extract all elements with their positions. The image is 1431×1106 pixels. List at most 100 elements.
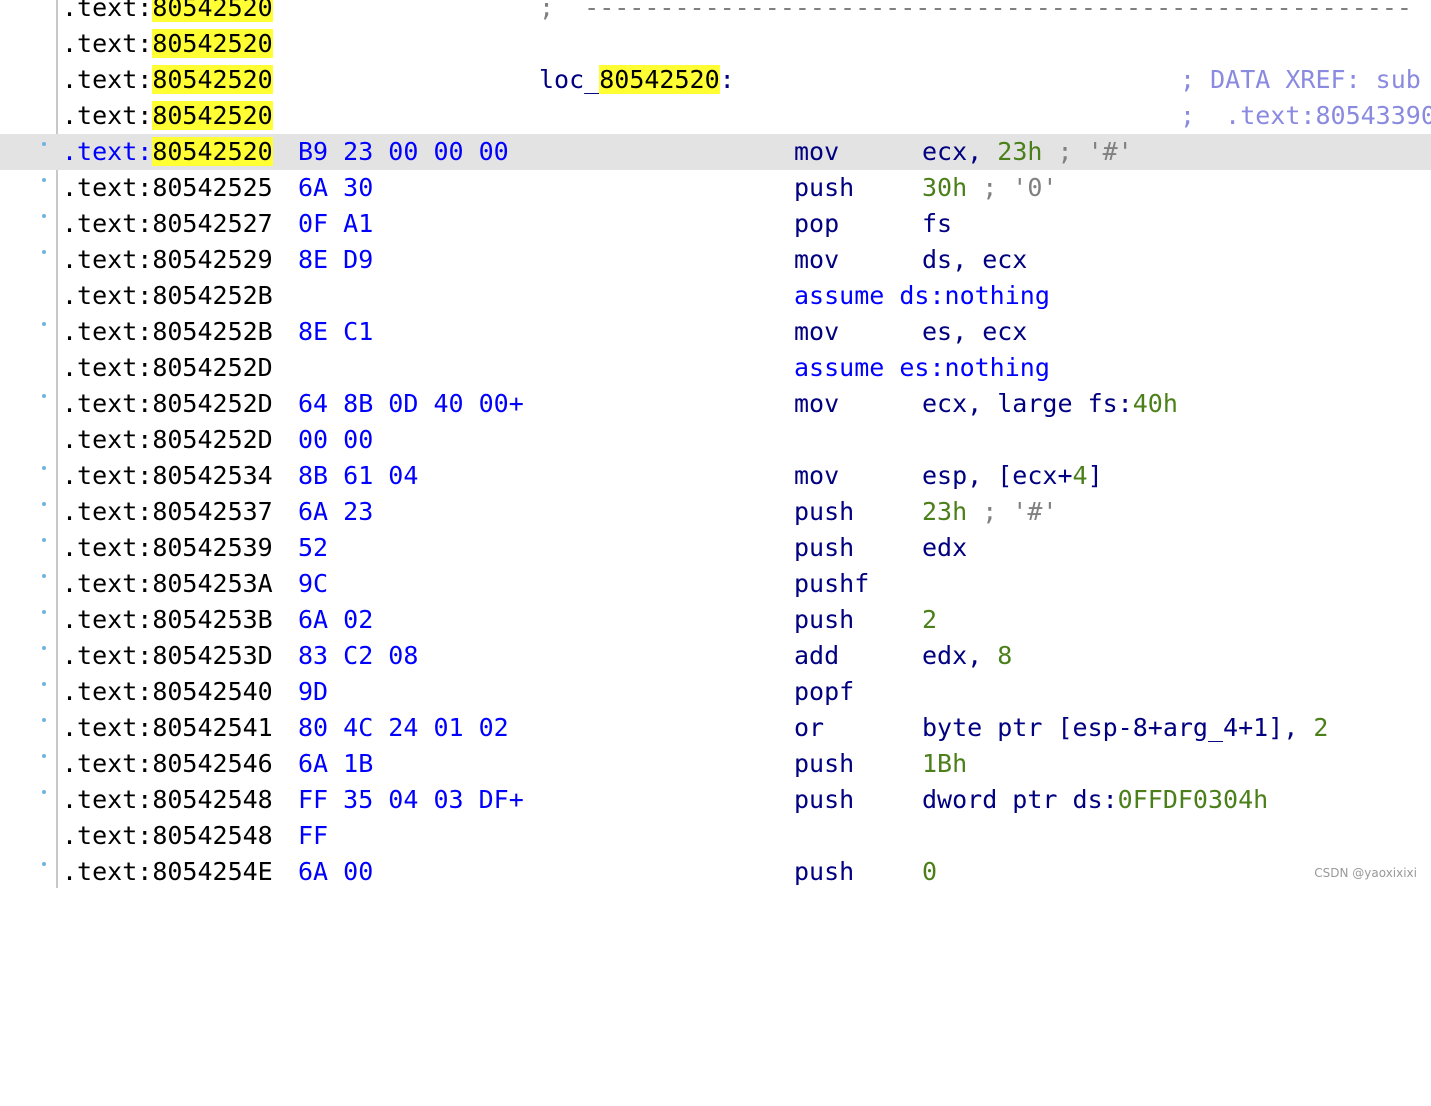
listing-row[interactable]: .text:80542541 80 4C 24 01 02 or byte pt… [0,710,1431,746]
operands: 30h ; '0' [922,173,1058,202]
mnemonic: pop [794,209,840,238]
address: .text:80542537 [62,497,273,526]
breakpoint-dot[interactable] [42,250,46,254]
address: .text:80542540 [62,677,273,706]
breakpoint-dot[interactable] [42,646,46,650]
listing-row[interactable]: .text:80542520 ; -----------------------… [0,0,1431,26]
breakpoint-dot[interactable] [42,142,46,146]
breakpoint-dot[interactable] [42,574,46,578]
listing-row[interactable]: .text:8054252D 00 00 [0,422,1431,458]
listing-row[interactable]: .text:8054252D 64 8B 0D 40 00+ mov ecx, … [0,386,1431,422]
address: .text:80542539 [62,533,273,562]
address: .text:80542548 [62,821,273,850]
breakpoint-dot[interactable] [42,754,46,758]
listing-row[interactable]: .text:80542548 FF 35 04 03 DF+ push dwor… [0,782,1431,818]
listing-row[interactable]: .text:80542520 [0,26,1431,62]
opcode-bytes: 6A 23 [298,497,374,526]
operands: dword ptr ds:0FFDF0304h [922,785,1269,814]
address: .text:80542546 [62,749,273,778]
mnemonic: push [794,173,855,202]
data-xref-comment[interactable]: ; .text:80543390 [1180,98,1431,134]
listing-row[interactable]: .text:8054254E 6A 00 push 0 [0,854,1431,890]
mnemonic: mov [794,461,840,490]
operands: ecx, 23h ; '#' [922,137,1133,166]
operands: 1Bh [922,749,968,778]
address: .text:80542520 [62,0,273,26]
mnemonic: mov [794,245,840,274]
listing-row[interactable]: .text:80542520 ; .text:80543390 [0,98,1431,134]
breakpoint-dot[interactable] [42,394,46,398]
address: .text:80542534 [62,461,273,490]
mnemonic: push [794,533,855,562]
data-xref-comment[interactable]: ; DATA XREF: sub [1180,62,1421,98]
breakpoint-dot[interactable] [42,502,46,506]
breakpoint-dot[interactable] [42,610,46,614]
assume-directive: assume es:nothing [794,353,1050,382]
address: .text:8054253B [62,605,273,634]
opcode-bytes: 80 4C 24 01 02 [298,713,509,742]
breakpoint-dot[interactable] [42,466,46,470]
listing-row[interactable]: .text:80542534 8B 61 04 mov esp, [ecx+4] [0,458,1431,494]
opcode-bytes: 8E D9 [298,245,374,274]
listing-row[interactable]: .text:8054253A 9C pushf [0,566,1431,602]
breakpoint-dot[interactable] [42,862,46,866]
opcode-bytes: 52 [298,533,329,562]
listing-row[interactable]: .text:80542540 9D popf [0,674,1431,710]
address: .text:80542520 [62,137,273,166]
code-label[interactable]: loc_80542520: [539,62,735,98]
opcode-bytes: 83 C2 08 [298,641,419,670]
mnemonic: add [794,641,840,670]
listing-row[interactable]: .text:80542537 6A 23 push 23h ; '#' [0,494,1431,530]
listing-row[interactable]: .text:8054252B 8E C1 mov es, ecx [0,314,1431,350]
listing-row[interactable]: .text:8054252B assume ds:nothing [0,278,1431,314]
breakpoint-dot[interactable] [42,682,46,686]
address: .text:80542529 [62,245,273,274]
listing-row[interactable]: .text:8054252D assume es:nothing [0,350,1431,386]
opcode-bytes: 9D [298,677,329,706]
opcode-bytes: 8B 61 04 [298,461,419,490]
address: .text:8054253A [62,569,273,598]
mnemonic: push [794,497,855,526]
breakpoint-dot[interactable] [42,538,46,542]
operands: 23h ; '#' [922,497,1058,526]
mnemonic: mov [794,317,840,346]
address: .text:8054254E [62,857,273,886]
address: .text:80542520 [62,65,273,94]
operands: edx [922,533,968,562]
opcode-bytes: 00 00 [298,425,374,454]
breakpoint-dot[interactable] [42,322,46,326]
address: .text:80542520 [62,101,273,130]
watermark: CSDN @yaoxixixi [1314,866,1417,880]
listing-row[interactable]: .text:80542527 0F A1 pop fs [0,206,1431,242]
listing-row[interactable]: .text:80542539 52 push edx [0,530,1431,566]
breakpoint-dot[interactable] [42,718,46,722]
address: .text:80542527 [62,209,273,238]
listing-row[interactable]: .text:80542525 6A 30 push 30h ; '0' [0,170,1431,206]
listing-row[interactable]: .text:80542520 loc_80542520: ; DATA XREF… [0,62,1431,98]
address: .text:8054252D [62,425,273,454]
opcode-bytes: FF [298,821,329,850]
opcode-bytes: 0F A1 [298,209,374,238]
listing-row[interactable]: .text:80542529 8E D9 mov ds, ecx [0,242,1431,278]
mnemonic: push [794,857,855,886]
opcode-bytes: 6A 02 [298,605,374,634]
address: .text:8054252D [62,353,273,382]
mnemonic: push [794,749,855,778]
assume-directive: assume ds:nothing [794,281,1050,310]
opcode-bytes: FF 35 04 03 DF+ [298,785,524,814]
breakpoint-dot[interactable] [42,214,46,218]
mnemonic: mov [794,137,840,166]
listing-row[interactable]: .text:8054253B 6A 02 push 2 [0,602,1431,638]
listing-row-selected[interactable]: .text:80542520 B9 23 00 00 00 mov ecx, 2… [0,134,1431,170]
breakpoint-dot[interactable] [42,178,46,182]
listing-row[interactable]: .text:8054253D 83 C2 08 add edx, 8 [0,638,1431,674]
address: .text:8054252D [62,389,273,418]
listing-row[interactable]: .text:80542546 6A 1B push 1Bh [0,746,1431,782]
breakpoint-dot[interactable] [42,790,46,794]
opcode-bytes: 8E C1 [298,317,374,346]
opcode-bytes: 6A 1B [298,749,374,778]
operands: esp, [ecx+4] [922,461,1103,490]
address: .text:80542525 [62,173,273,202]
listing-row[interactable]: .text:80542548 FF [0,818,1431,854]
disassembly-listing[interactable]: .text:80542520 ; -----------------------… [0,0,1431,890]
